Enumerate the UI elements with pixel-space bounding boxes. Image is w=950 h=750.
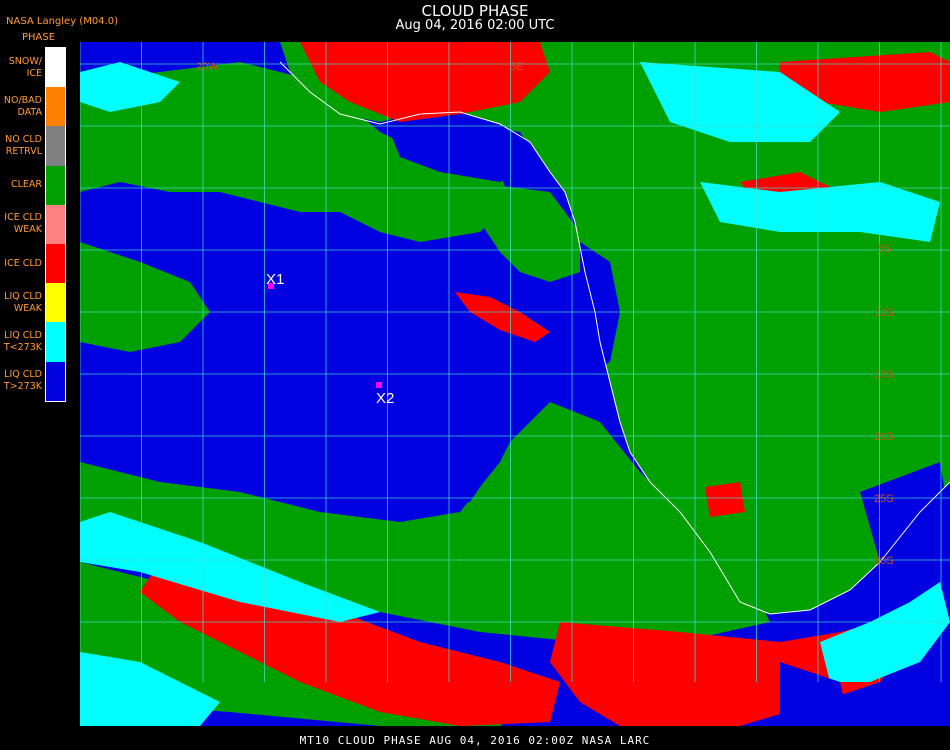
legend-item-no-cld-retrvl: NO CLD RETRVL xyxy=(0,126,66,166)
legend-label: CLEAR xyxy=(10,179,42,191)
legend-swatch xyxy=(46,126,65,166)
lat-label: 5S xyxy=(878,243,891,255)
legend-item-no-bad-data: NO/BAD DATA xyxy=(0,87,66,127)
legend-label: LIQ CLD T>273K xyxy=(3,369,42,393)
marker-x2-label: X2 xyxy=(376,390,394,407)
legend-label: LIQ CLD WEAK xyxy=(4,290,42,314)
organization-label: NASA Langley (M04.0) xyxy=(6,16,118,27)
legend-swatch xyxy=(46,204,65,244)
marker-x2-dot xyxy=(376,382,382,388)
legend-item-ice-cld-weak: ICE CLD WEAK xyxy=(0,204,66,244)
legend: SNOW/ ICE NO/BAD DATA NO CLD RETRVL CLEA… xyxy=(0,48,66,401)
legend-item-liq-cld-warm: LIQ CLD T>273K xyxy=(0,361,66,401)
legend-swatch xyxy=(46,322,65,362)
lat-label: 25S xyxy=(874,493,894,505)
legend-label: ICE CLD WEAK xyxy=(4,212,42,236)
footer-caption: MT10 CLOUD PHASE AUG 04, 2016 02:00Z NAS… xyxy=(299,734,651,747)
lat-label: 30S xyxy=(874,555,894,567)
legend-swatch xyxy=(46,87,65,127)
legend-item-ice-cld: ICE CLD xyxy=(0,243,66,284)
lat-label: 20S xyxy=(874,431,894,443)
cloud-phase-map: 5S 10S 15S 20S 25S 30S 20W 5E X1 X2 xyxy=(80,42,950,726)
legend-item-snow-ice: SNOW/ ICE xyxy=(0,48,66,88)
legend-label: ICE CLD xyxy=(4,257,42,269)
legend-label: NO CLD RETRVL xyxy=(5,133,42,157)
legend-label: NO/BAD DATA xyxy=(3,94,42,118)
legend-title: PHASE xyxy=(22,32,56,43)
marker-x1-label: X1 xyxy=(266,271,284,288)
marker-x1: X1 xyxy=(266,271,284,289)
legend-label: LIQ CLD T<273K xyxy=(3,329,42,353)
lon-label: 20W xyxy=(196,61,219,73)
legend-swatch xyxy=(46,361,65,401)
lat-label: 10S xyxy=(874,307,894,319)
ice-cloud-land-patch xyxy=(705,482,745,517)
legend-swatch xyxy=(46,48,65,88)
legend-swatch xyxy=(46,165,65,205)
legend-item-liq-cld-cold: LIQ CLD T<273K xyxy=(0,322,66,362)
legend-swatch xyxy=(46,283,65,323)
lat-label: 15S xyxy=(874,369,894,381)
legend-item-liq-cld-weak: LIQ CLD WEAK xyxy=(0,283,66,323)
legend-label: SNOW/ ICE xyxy=(8,55,42,79)
map-svg: 5S 10S 15S 20S 25S 30S 20W 5E X1 X2 xyxy=(80,42,950,726)
map-datetime: Aug 04, 2016 02:00 UTC xyxy=(395,18,555,33)
legend-item-clear: CLEAR xyxy=(0,165,66,205)
legend-swatch xyxy=(46,243,65,284)
lon-label: 5E xyxy=(510,61,523,73)
